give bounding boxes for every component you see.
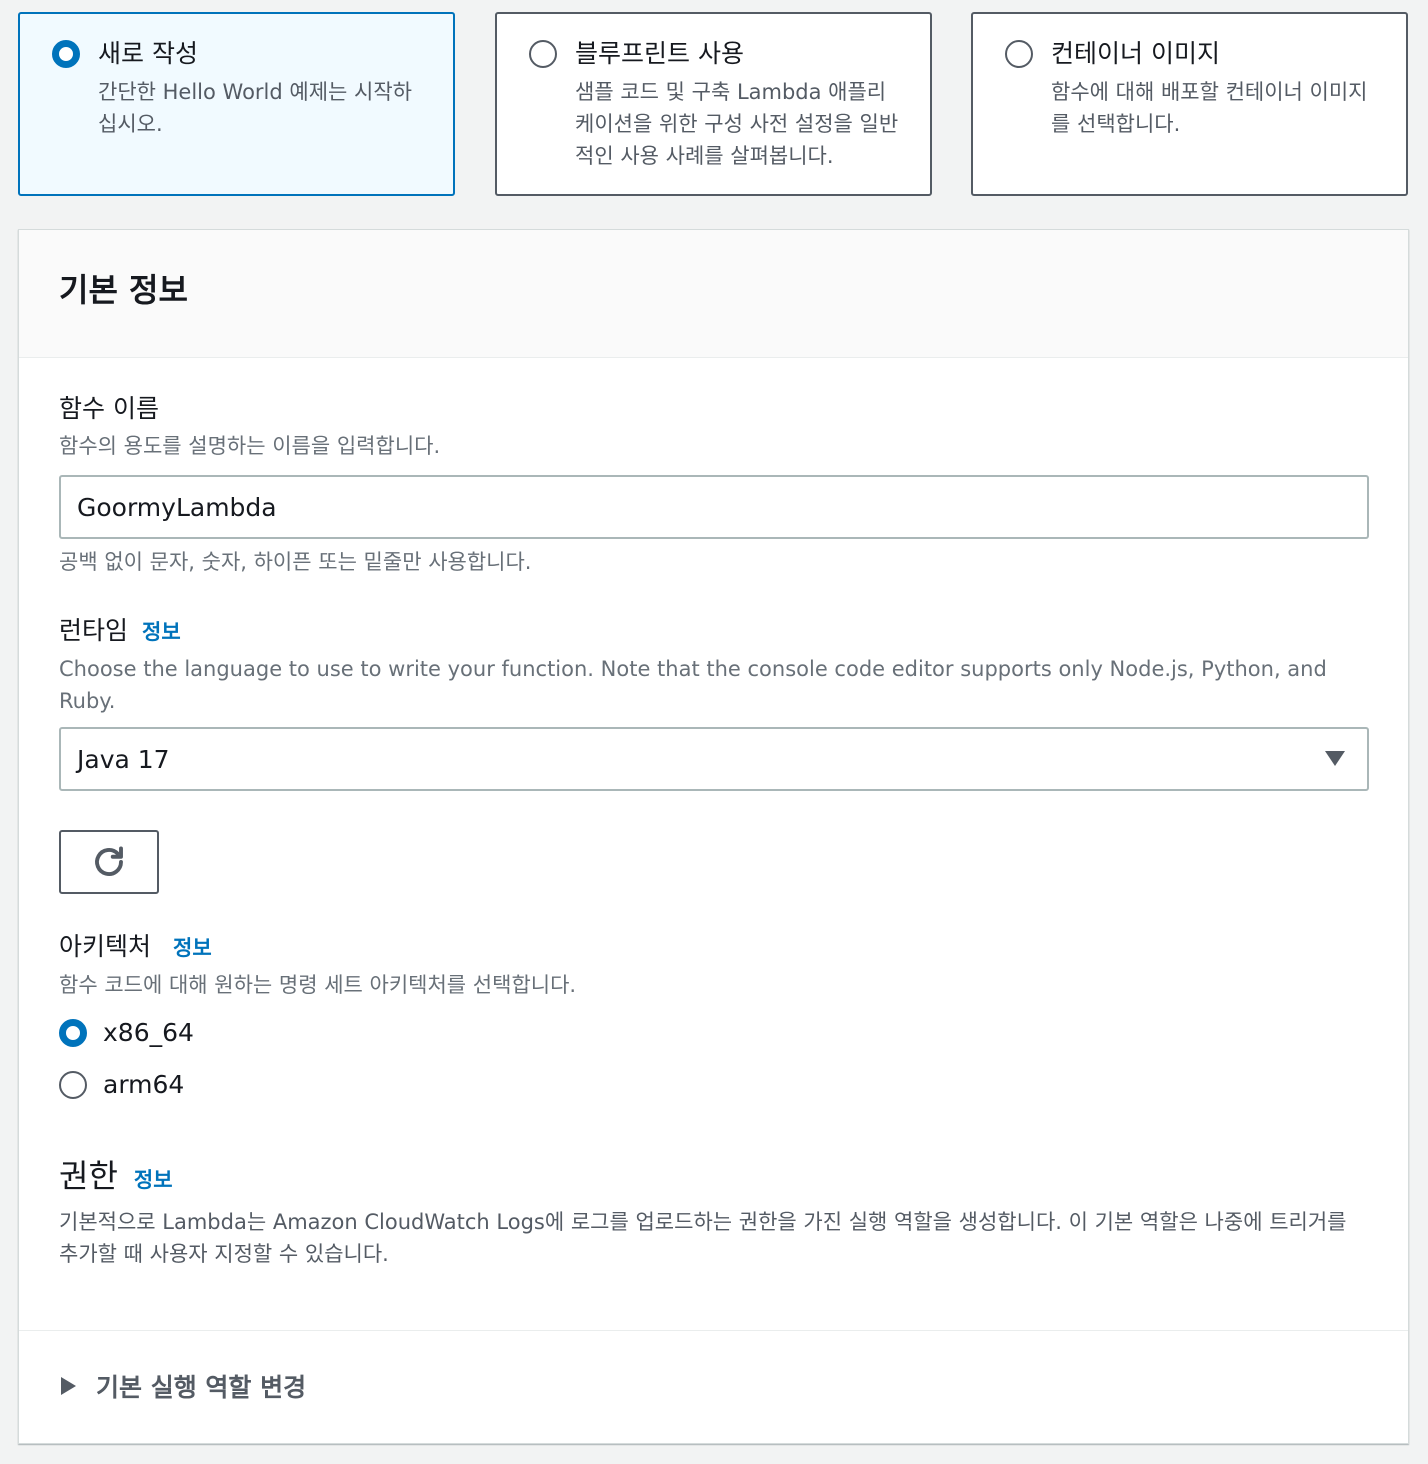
caret-down-icon xyxy=(1325,751,1345,766)
function-name-input[interactable]: GoormyLambda xyxy=(59,475,1369,539)
refresh-runtimes-button[interactable] xyxy=(59,830,159,894)
architecture-label: 아키텍처 xyxy=(59,932,152,961)
creation-option-tiles: 새로 작성 간단한 Hello World 예제는 시작하십시오. 블루프린트 … xyxy=(18,12,1408,196)
refresh-icon xyxy=(95,846,123,876)
function-name-hint: 공백 없이 문자, 숫자, 하이픈 또는 밑줄만 사용합니다. xyxy=(59,550,532,574)
tile-description: 간단한 Hello World 예제는 시작하십시오. xyxy=(98,80,412,136)
tile-author-from-scratch[interactable]: 새로 작성 간단한 Hello World 예제는 시작하십시오. xyxy=(18,12,455,196)
runtime-field: 런타임 정보 Choose the language to use to writ… xyxy=(59,614,1379,717)
runtime-info-link[interactable]: 정보 xyxy=(142,620,181,644)
architecture-info-link[interactable]: 정보 xyxy=(173,936,212,960)
runtime-select[interactable]: Java 17 xyxy=(59,727,1369,791)
tile-use-blueprint[interactable]: 블루프린트 사용 샘플 코드 및 구축 Lambda 애플리케이션을 위한 구성… xyxy=(495,12,932,196)
architecture-option-arm64[interactable]: arm64 xyxy=(59,1070,184,1099)
divider xyxy=(19,1330,1408,1331)
runtime-description: Choose the language to use to write your… xyxy=(59,657,1327,713)
runtime-selected-value: Java 17 xyxy=(77,744,170,774)
tile-title: 블루프린트 사용 xyxy=(575,39,744,68)
tile-description: 함수에 대해 배포할 컨테이너 이미지를 선택합니다. xyxy=(1051,80,1368,136)
function-name-description: 함수의 용도를 설명하는 이름을 입력합니다. xyxy=(59,434,441,458)
caret-right-icon xyxy=(61,1377,76,1395)
tile-container-image[interactable]: 컨테이너 이미지 함수에 대해 배포할 컨테이너 이미지를 선택합니다. xyxy=(971,12,1408,196)
function-name-field: 함수 이름 함수의 용도를 설명하는 이름을 입력합니다. xyxy=(59,392,440,462)
permissions-section: 권한 정보 기본적으로 Lambda는 Amazon CloudWatch Log… xyxy=(59,1156,1369,1270)
panel-title: 기본 정보 xyxy=(59,271,188,309)
change-execution-role-expander[interactable]: 기본 실행 역할 변경 xyxy=(61,1368,306,1404)
architecture-field: 아키텍처 정보 함수 코드에 대해 원하는 명령 세트 아키텍처를 선택합니다. xyxy=(59,930,576,1001)
basic-info-panel: 기본 정보 함수 이름 함수의 용도를 설명하는 이름을 입력합니다. Goor… xyxy=(18,229,1409,1444)
radio-author-from-scratch[interactable] xyxy=(52,40,80,68)
runtime-label: 런타임 xyxy=(59,616,129,645)
architecture-option-x86-64[interactable]: x86_64 xyxy=(59,1018,194,1047)
permissions-description: 기본적으로 Lambda는 Amazon CloudWatch Logs에 로그… xyxy=(59,1210,1347,1266)
radio-container-image[interactable] xyxy=(1005,40,1033,68)
function-name-label: 함수 이름 xyxy=(59,394,159,423)
tile-title: 컨테이너 이미지 xyxy=(1051,39,1220,68)
radio-label: x86_64 xyxy=(103,1018,194,1047)
radio-arm64[interactable] xyxy=(59,1070,87,1099)
panel-header: 기본 정보 xyxy=(19,230,1408,358)
radio-x86-64[interactable] xyxy=(59,1018,87,1047)
tile-title: 새로 작성 xyxy=(98,39,198,68)
tile-description: 샘플 코드 및 구축 Lambda 애플리케이션을 위한 구성 사전 설정을 일… xyxy=(575,80,899,168)
expander-label: 기본 실행 역할 변경 xyxy=(96,1373,307,1402)
radio-label: arm64 xyxy=(103,1070,185,1099)
radio-use-blueprint[interactable] xyxy=(529,40,557,68)
permissions-title: 권한 xyxy=(59,1157,118,1195)
architecture-description: 함수 코드에 대해 원하는 명령 세트 아키텍처를 선택합니다. xyxy=(59,973,577,997)
permissions-info-link[interactable]: 정보 xyxy=(134,1168,173,1192)
